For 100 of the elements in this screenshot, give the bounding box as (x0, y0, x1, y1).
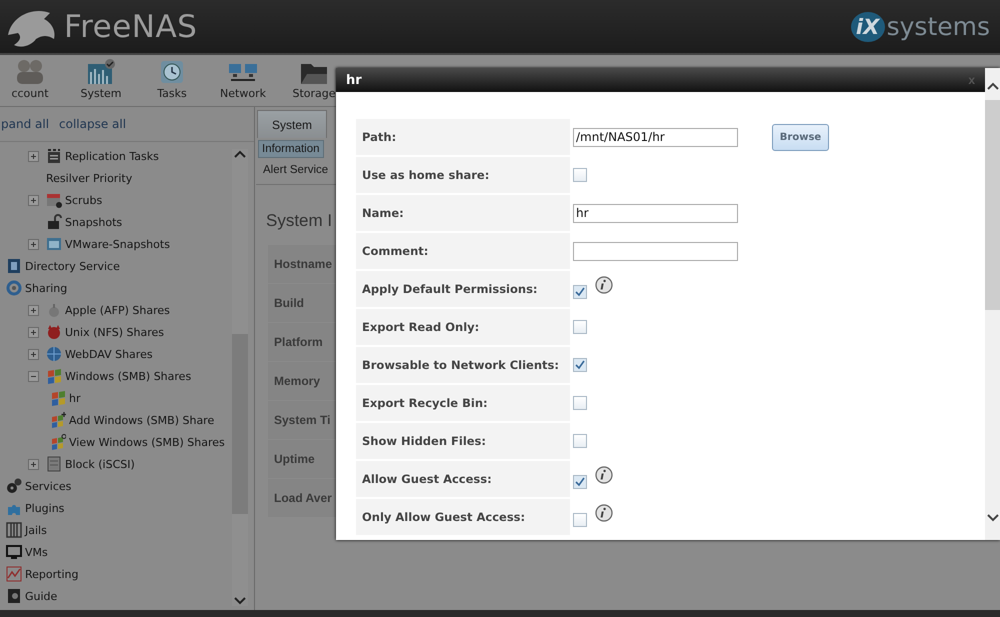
field-label: Export Read Only: (356, 309, 570, 345)
chevron-up-icon (986, 82, 998, 90)
field-label: Comment: (356, 233, 570, 269)
tree-item[interactable]: Guide (25, 590, 58, 602)
tree-item[interactable]: VMware-Snapshots (65, 238, 170, 250)
tree-item[interactable]: Snapshots (65, 216, 122, 228)
text-field[interactable] (573, 242, 738, 260)
bars-icon (6, 522, 22, 538)
tree-item[interactable]: Add Windows (SMB) Share (69, 414, 214, 426)
toolbar-button[interactable]: System (71, 58, 131, 100)
horned-head-icon (46, 324, 62, 340)
globe-icon (46, 346, 62, 362)
vendor-logo-text: systems (886, 12, 990, 41)
field-label: Show Hidden Files: (356, 423, 570, 459)
expander-icon[interactable] (28, 326, 39, 338)
field-label: Apply Default Permissions: (356, 271, 570, 307)
toolbar-button[interactable]: Network (213, 58, 273, 100)
expand-all-link[interactable]: pand all (1, 117, 50, 131)
list-icon (46, 148, 62, 164)
plus-icon (30, 328, 37, 336)
text-field[interactable]: /mnt/NAS01/hr (573, 128, 738, 146)
checkbox[interactable] (573, 513, 587, 527)
checkbox[interactable] (573, 320, 587, 334)
calendar-icon (46, 192, 62, 208)
window-icon (46, 236, 62, 252)
text-field[interactable]: hr (573, 204, 738, 222)
product-logo-text: FreeNAS (64, 8, 198, 44)
expander-icon[interactable] (28, 150, 39, 162)
book-icon (6, 258, 22, 274)
checkbox[interactable] (573, 358, 587, 372)
tree-item[interactable]: Scrubs (65, 194, 102, 206)
subtab[interactable]: Information (258, 140, 324, 158)
checkmark-icon (575, 360, 585, 370)
tree-item[interactable]: Unix (NFS) Shares (65, 326, 164, 338)
tree-item[interactable]: Apple (AFP) Shares (65, 304, 170, 316)
checkmark-icon (575, 287, 585, 297)
field-label: Name: (356, 195, 570, 231)
plus-icon (30, 240, 37, 248)
tree-item[interactable]: WebDAV Shares (65, 348, 153, 360)
plus-icon (30, 306, 37, 314)
flag-plus-icon (50, 412, 66, 428)
tree-item[interactable]: Sharing (25, 282, 68, 294)
monitor-icon (6, 544, 22, 560)
tree-item[interactable]: Jails (25, 524, 47, 536)
flag-icon (50, 390, 66, 406)
tree-item[interactable]: Plugins (25, 502, 64, 514)
checkbox[interactable] (573, 475, 587, 489)
expander-icon[interactable] (28, 458, 39, 470)
tree-item[interactable]: hr (69, 392, 80, 404)
field-label: Use as home share: (356, 157, 570, 193)
expander-icon[interactable] (28, 304, 39, 316)
tree-item[interactable]: Resilver Priority (46, 172, 132, 184)
subtab[interactable]: Alert Service (258, 161, 334, 179)
expander-icon[interactable] (28, 370, 39, 382)
toolbar-button[interactable]: Tasks (142, 58, 202, 100)
scrollbar-thumb[interactable] (985, 100, 1000, 310)
plus-icon (30, 196, 37, 204)
expander-icon[interactable] (28, 348, 39, 360)
field-label: Only Allow Guest Access: (356, 499, 570, 535)
swirl-icon (6, 280, 22, 296)
checkbox[interactable] (573, 168, 587, 182)
field-label: Browsable to Network Clients: (356, 347, 570, 383)
browse-button[interactable]: Browse (772, 124, 829, 150)
plus-icon (30, 350, 37, 358)
plus-icon (30, 460, 37, 468)
checkbox[interactable] (573, 434, 587, 448)
tree-item[interactable]: Replication Tasks (65, 150, 159, 162)
expander-icon[interactable] (28, 194, 39, 206)
plus-icon (30, 152, 37, 160)
field-label: Allow Guest Access: (356, 461, 570, 497)
apple-icon (46, 302, 62, 318)
toolbar-button[interactable]: ccount (0, 58, 60, 100)
field-label: Export Recycle Bin: (356, 385, 570, 421)
vendor-logo-mark: iX (850, 12, 885, 42)
chevron-up-icon (233, 149, 247, 159)
toolbar-button[interactable]: Storage (284, 58, 344, 100)
tree-item[interactable]: VMs (25, 546, 48, 558)
line-chart-icon (6, 566, 22, 582)
dialog-title: hr (346, 72, 362, 88)
flag-magnifier-icon (50, 434, 66, 450)
scrollbar[interactable] (985, 68, 1000, 540)
expander-icon[interactable] (28, 238, 39, 250)
tree-item[interactable]: View Windows (SMB) Shares (69, 436, 225, 448)
tree-item[interactable]: Reporting (25, 568, 78, 580)
checkbox[interactable] (573, 285, 587, 299)
tree-item[interactable]: Services (25, 480, 72, 492)
checkbox[interactable] (573, 396, 587, 410)
gears-icon (6, 478, 22, 494)
flag-icon (46, 368, 62, 384)
scrollbar[interactable] (232, 149, 248, 606)
people-icon (14, 58, 46, 86)
tab[interactable]: System (257, 110, 328, 138)
section-heading: System I (266, 211, 332, 231)
padlock-icon (46, 214, 62, 230)
tree-item[interactable]: Block (iSCSI) (65, 458, 135, 470)
checkmark-icon (575, 477, 585, 487)
tree-item[interactable]: Windows (SMB) Shares (65, 370, 192, 382)
book-icon (6, 588, 22, 604)
collapse-all-link[interactable]: collapse all (59, 117, 126, 131)
tree-item[interactable]: Directory Service (25, 260, 120, 272)
